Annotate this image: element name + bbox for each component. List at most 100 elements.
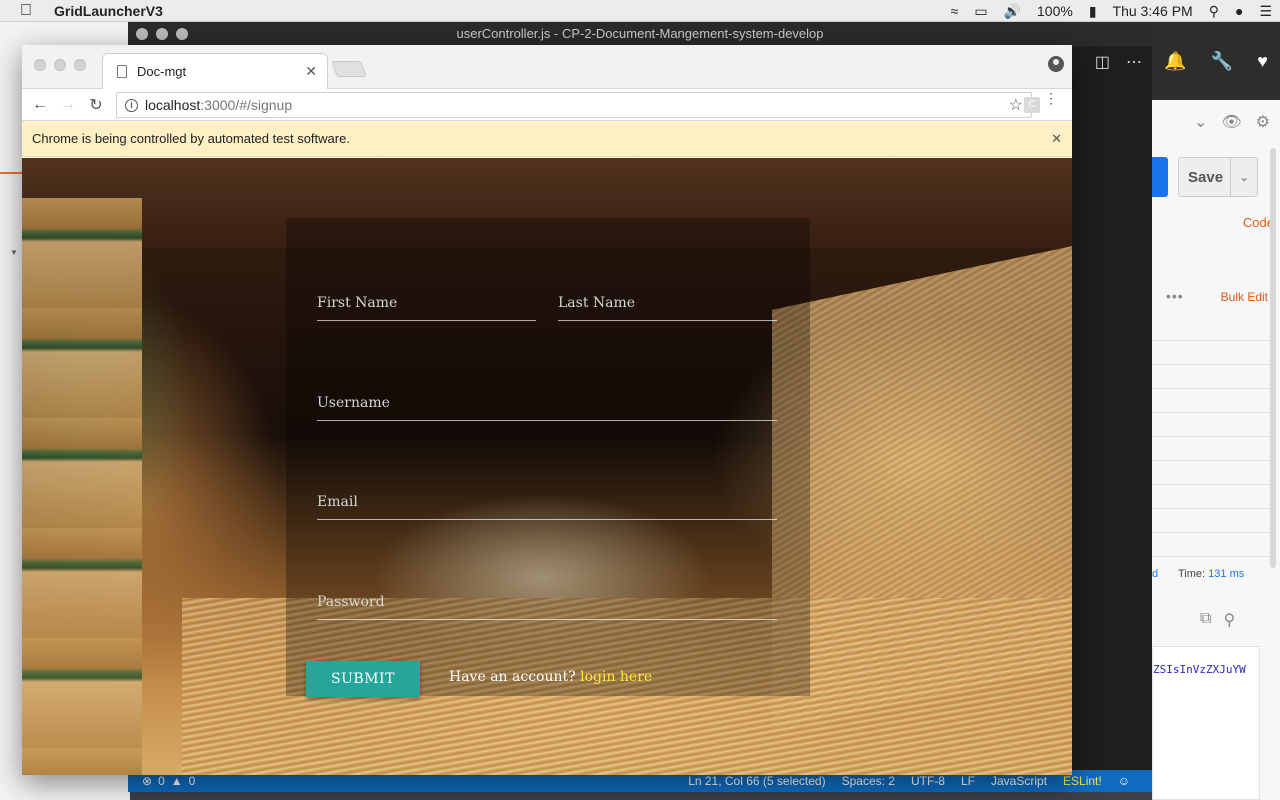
search-icon[interactable]: ⚲ — [1223, 610, 1235, 630]
first-name-label: First Name — [317, 295, 398, 311]
table-row[interactable] — [1152, 365, 1270, 389]
notification-center-icon[interactable]: ☰ — [1259, 3, 1272, 20]
minimize-window-icon[interactable] — [156, 28, 168, 40]
close-infobar-icon[interactable]: ✕ — [1051, 131, 1062, 147]
more-actions-icon[interactable]: ⋯ — [1126, 52, 1142, 72]
battery-percent: 100% — [1037, 3, 1073, 19]
disclosure-triangle-icon[interactable]: ▼ — [10, 248, 18, 257]
battery-icon[interactable]: ▮ — [1089, 3, 1097, 20]
send-button[interactable] — [1152, 157, 1168, 197]
extension-icon[interactable]: C — [1024, 97, 1040, 113]
line-ending[interactable]: LF — [961, 774, 975, 788]
close-window-icon[interactable] — [136, 28, 148, 40]
airplay-icon[interactable]: ▭ — [974, 3, 987, 20]
table-row[interactable] — [1152, 461, 1270, 485]
chevron-down-icon[interactable]: ⌄ — [1194, 112, 1207, 132]
have-account-text: Have an account? — [449, 669, 576, 685]
password-field[interactable]: Password — [317, 586, 777, 620]
url-host: localhost — [145, 97, 201, 113]
postman-header: 🔔 🔧 ♥ — [1152, 22, 1280, 100]
table-row[interactable] — [1152, 413, 1270, 437]
apple-icon[interactable]:  — [20, 2, 36, 20]
gear-icon[interactable]: ⚙ — [1256, 112, 1270, 132]
accent-line — [0, 172, 24, 174]
window-controls — [136, 28, 188, 40]
eye-icon[interactable]: 👁 — [1221, 112, 1241, 132]
password-label: Password — [317, 594, 385, 610]
minimize-window-icon[interactable] — [54, 59, 66, 71]
tab-doc-mgt[interactable]: Doc-mgt ✕ — [102, 53, 328, 89]
time-label: Time: — [1178, 568, 1206, 580]
warning-count: 0 — [188, 774, 196, 788]
info-icon[interactable]: i — [125, 98, 138, 112]
browser-toolbar: ← → ↻ i localhost:3000/#/signup ☆ C ⋮ — [22, 89, 1072, 121]
background-book-stack — [22, 198, 142, 775]
close-window-icon[interactable] — [34, 59, 46, 71]
window-controls — [34, 59, 86, 71]
environment-row: ⌄ 👁 ⚙ — [1152, 106, 1280, 138]
save-button[interactable]: Save — [1179, 169, 1230, 186]
menu-bar-status: ≈ ▭ 🔊 100% ▮ Thu 3:46 PM ⚲ ● ☰ — [943, 0, 1280, 22]
encoding[interactable]: UTF-8 — [911, 774, 945, 788]
problems-indicator[interactable]: ⊗ 0 ▲ 0 — [142, 774, 195, 788]
app-name[interactable]: GridLauncherV3 — [54, 3, 163, 19]
table-row[interactable] — [1152, 317, 1270, 341]
language-mode[interactable]: JavaScript — [991, 774, 1047, 788]
token-text: ZSIsInVzZXJuYW — [1153, 663, 1246, 676]
browser-menu-icon[interactable]: ⋮ — [1044, 91, 1058, 105]
table-row[interactable] — [1152, 341, 1270, 365]
eslint-status[interactable]: ESLint! — [1063, 774, 1102, 788]
address-bar[interactable]: i localhost:3000/#/signup ☆ — [116, 92, 1032, 118]
tab-strip: Doc-mgt ✕ — [22, 45, 1072, 89]
indentation[interactable]: Spaces: 2 — [842, 774, 895, 788]
zoom-window-icon[interactable] — [74, 59, 86, 71]
login-prompt: Have an account? login here — [449, 669, 652, 685]
response-body[interactable]: ZSIsInVzZXJuYW — [1152, 646, 1260, 800]
table-row[interactable] — [1152, 509, 1270, 533]
heart-icon[interactable]: ♥ — [1257, 51, 1268, 72]
vscode-editor-actions: ◫ ⋯ — [1095, 52, 1142, 72]
forward-button[interactable]: → — [54, 96, 82, 114]
reload-button[interactable]: ↻ — [82, 95, 110, 115]
error-count: 0 — [158, 774, 165, 788]
table-row[interactable] — [1152, 389, 1270, 413]
url-path: :3000/#/signup — [200, 97, 293, 113]
bookmark-star-icon[interactable]: ☆ — [1009, 95, 1023, 115]
table-row[interactable] — [1152, 437, 1270, 461]
table-row[interactable] — [1152, 533, 1270, 557]
save-dropdown-icon[interactable]: ⌄ — [1231, 171, 1257, 184]
submit-button[interactable]: SUBMIT — [306, 661, 420, 697]
time-value: 131 ms — [1208, 568, 1245, 580]
settings-wrench-icon[interactable]: 🔧 — [1211, 51, 1233, 72]
clock[interactable]: Thu 3:46 PM — [1113, 3, 1193, 19]
scrollbar[interactable] — [1270, 148, 1276, 568]
last-name-field[interactable]: Last Name — [558, 287, 777, 321]
bulk-edit-link[interactable]: Bulk Edit — [1221, 290, 1268, 304]
volume-icon[interactable]: 🔊 — [1004, 3, 1021, 20]
new-tab-button[interactable] — [331, 61, 367, 77]
profile-icon[interactable] — [1048, 56, 1064, 72]
close-tab-icon[interactable]: ✕ — [305, 63, 317, 80]
siri-icon[interactable]: ● — [1235, 3, 1243, 19]
cursor-position[interactable]: Ln 21, Col 66 (5 selected) — [688, 774, 825, 788]
login-link[interactable]: login here — [580, 669, 652, 685]
wifi-icon[interactable]: ≈ — [951, 3, 959, 19]
infobar-message: Chrome is being controlled by automated … — [32, 131, 350, 146]
save-button-group: Save ⌄ — [1178, 157, 1258, 197]
username-field[interactable]: Username — [317, 387, 777, 421]
split-editor-icon[interactable]: ◫ — [1095, 52, 1110, 72]
feedback-smiley-icon[interactable]: ☺ — [1118, 774, 1130, 788]
tab-title: Doc-mgt — [137, 64, 187, 79]
notifications-bell-icon[interactable]: 🔔 — [1164, 51, 1186, 72]
first-name-field[interactable]: First Name — [317, 287, 536, 321]
zoom-window-icon[interactable] — [176, 28, 188, 40]
spotlight-search-icon[interactable]: ⚲ — [1209, 3, 1219, 20]
chrome-window: Doc-mgt ✕ ← → ↻ i localhost:3000/#/signu… — [22, 45, 1072, 775]
vscode-titlebar: userController.js - CP-2-Document-Mangem… — [128, 22, 1152, 46]
email-field[interactable]: Email — [317, 486, 777, 520]
more-options-icon[interactable]: ••• — [1166, 288, 1184, 304]
table-row[interactable] — [1152, 485, 1270, 509]
menu-bar:  GridLauncherV3 ≈ ▭ 🔊 100% ▮ Thu 3:46 P… — [0, 0, 1280, 22]
copy-icon[interactable]: ⧉ — [1200, 610, 1211, 630]
back-button[interactable]: ← — [26, 96, 54, 114]
